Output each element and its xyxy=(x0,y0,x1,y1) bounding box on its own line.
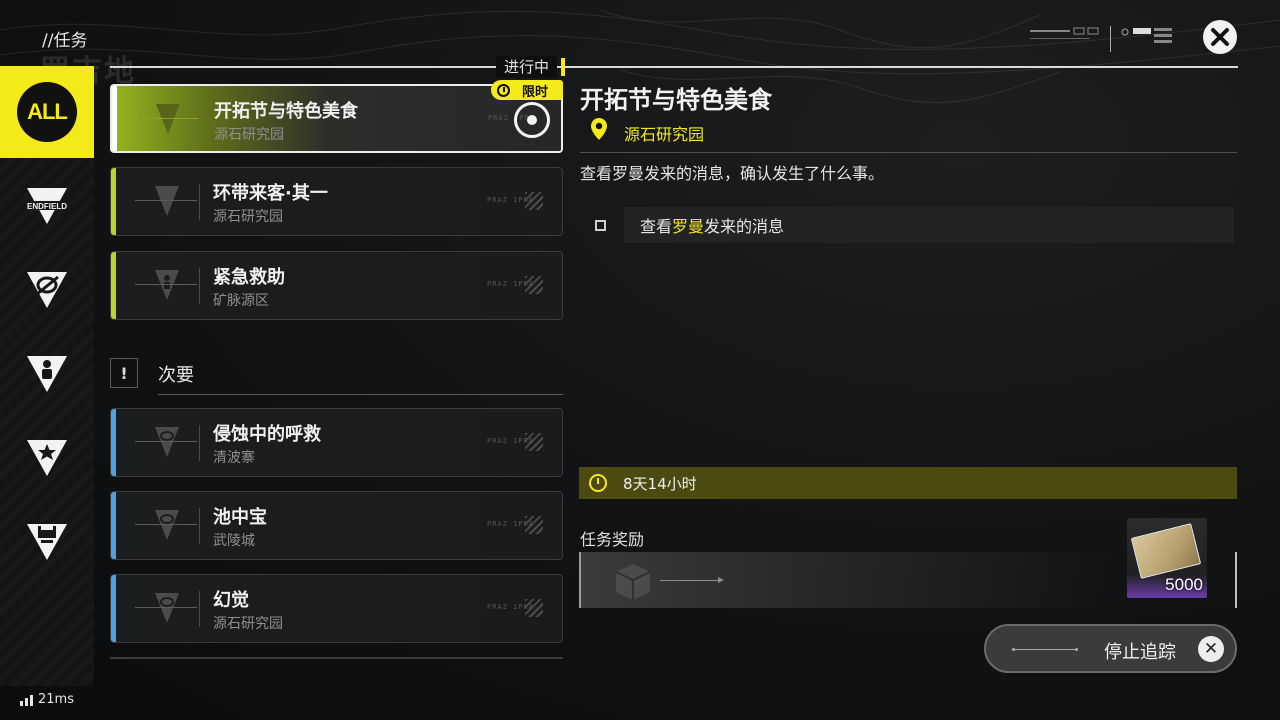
quest-card[interactable]: 池中宝 武陵城 PRAZ 1PRA xyxy=(110,491,563,560)
objective-item: 查看 罗曼 发来的消息 xyxy=(624,207,1234,243)
quest-location: 源石研究园 xyxy=(213,616,283,632)
card-stripe xyxy=(111,492,116,559)
quest-type-icon xyxy=(135,593,197,623)
list-overflow-edge xyxy=(110,657,563,659)
quest-title: 环带来客·其一 xyxy=(213,183,328,204)
objective-checkbox xyxy=(595,220,606,231)
card-stripe xyxy=(111,168,116,235)
card-stripe xyxy=(111,409,116,476)
in-progress-marker xyxy=(561,58,565,76)
quest-card[interactable]: 侵蚀中的呼救 清波寨 PRAZ 1PRA xyxy=(110,408,563,477)
clock-icon xyxy=(589,474,607,492)
sidebar-item-facility[interactable] xyxy=(0,498,94,586)
currency-icon xyxy=(1130,523,1202,579)
hatch-decoration xyxy=(525,433,543,451)
quest-title: 侵蚀中的呼救 xyxy=(213,424,321,445)
reward-label: 任务奖励 xyxy=(580,530,645,549)
stop-tracking-button[interactable]: 停止追踪 ✕ xyxy=(984,624,1237,673)
quest-title: 池中宝 xyxy=(213,507,267,528)
network-latency: 21ms xyxy=(20,692,74,707)
sidebar-item-endfield[interactable]: ENDFIELD xyxy=(0,162,94,250)
location-pin-icon xyxy=(591,118,607,140)
close-icon xyxy=(1211,28,1229,46)
card-stripe xyxy=(112,86,117,151)
reward-arrow xyxy=(660,577,724,583)
hatch-decoration xyxy=(525,192,543,210)
quest-location: 清波寨 xyxy=(213,450,255,466)
button-decoration xyxy=(1012,648,1078,651)
secondary-section-icon: ! xyxy=(110,358,138,388)
time-remaining: 8天14小时 xyxy=(623,474,697,493)
section-divider xyxy=(110,66,1238,68)
sidebar-item-all[interactable]: ALL xyxy=(0,66,94,158)
quest-card[interactable]: 幻觉 源石研究园 PRAZ 1PRA xyxy=(110,574,563,643)
in-progress-label: 进行中 xyxy=(496,56,558,78)
sidebar-item-person[interactable] xyxy=(0,330,94,418)
quest-location: 源石研究园 xyxy=(214,127,284,143)
facility-icon xyxy=(27,524,67,560)
objective-highlight: 罗曼 xyxy=(672,217,705,236)
signal-icon xyxy=(20,694,33,706)
endfield-icon: ENDFIELD xyxy=(24,188,70,224)
limited-time-badge: 限时 xyxy=(491,80,563,100)
detail-title: 开拓节与特色美食 xyxy=(580,86,772,114)
hatch-decoration xyxy=(525,276,543,294)
limited-label: 限时 xyxy=(522,84,549,100)
category-sidebar: ALL ENDFIELD xyxy=(0,66,94,686)
quest-location: 矿脉源区 xyxy=(213,293,269,309)
svg-text:ENDFIELD: ENDFIELD xyxy=(27,202,67,211)
quest-type-icon xyxy=(135,270,197,300)
quest-title: 开拓节与特色美食 xyxy=(214,101,358,122)
quest-card[interactable]: 紧急救助 矿脉源区 PRAZ 1PRA xyxy=(110,251,563,320)
all-badge: ALL xyxy=(17,82,77,142)
tracking-target-icon xyxy=(514,102,550,138)
close-icon: ✕ xyxy=(1198,636,1224,662)
section-divider xyxy=(158,394,563,395)
quest-type-icon xyxy=(135,427,197,457)
close-button[interactable] xyxy=(1203,20,1237,54)
hatch-decoration xyxy=(525,516,543,534)
page-title: //任务 xyxy=(42,31,88,51)
objective-text-after: 发来的消息 xyxy=(704,217,785,236)
card-stripe xyxy=(111,575,116,642)
quest-screen: 罗吉地 //任务 ALL ENDFIELD xyxy=(0,0,1280,720)
star-icon xyxy=(27,440,67,476)
quest-location: 武陵城 xyxy=(213,533,255,549)
quest-title: 紧急救助 xyxy=(213,267,285,288)
quest-title: 幻觉 xyxy=(213,590,249,611)
event-icon xyxy=(27,272,67,308)
quest-card[interactable]: 环带来客·其一 源石研究园 PRAZ 1PRA xyxy=(110,167,563,236)
quest-type-icon xyxy=(135,186,197,216)
reward-quantity: 5000 xyxy=(1165,575,1203,594)
hatch-decoration xyxy=(525,599,543,617)
quest-type-icon xyxy=(136,104,198,134)
objective-text-before: 查看 xyxy=(640,217,673,236)
detail-divider xyxy=(580,152,1237,153)
reward-item-currency[interactable]: 5000 xyxy=(1127,518,1207,598)
hud-decoration xyxy=(1030,26,1172,52)
sidebar-item-star[interactable] xyxy=(0,414,94,502)
stop-tracking-label: 停止追踪 xyxy=(1104,642,1176,663)
secondary-section-label: 次要 xyxy=(158,365,194,386)
reward-box-icon xyxy=(615,564,651,600)
card-stripe xyxy=(111,252,116,319)
detail-location: 源石研究园 xyxy=(624,125,705,144)
latency-value: 21ms xyxy=(38,692,74,707)
reward-edge xyxy=(1235,552,1237,608)
sidebar-item-event[interactable] xyxy=(0,246,94,334)
person-icon xyxy=(27,356,67,392)
quest-location: 源石研究园 xyxy=(213,209,283,225)
clock-icon xyxy=(497,83,510,97)
quest-type-icon xyxy=(135,510,197,540)
time-remaining-bar: 8天14小时 xyxy=(579,467,1237,499)
detail-description: 查看罗曼发来的消息，确认发生了什么事。 xyxy=(580,164,885,183)
